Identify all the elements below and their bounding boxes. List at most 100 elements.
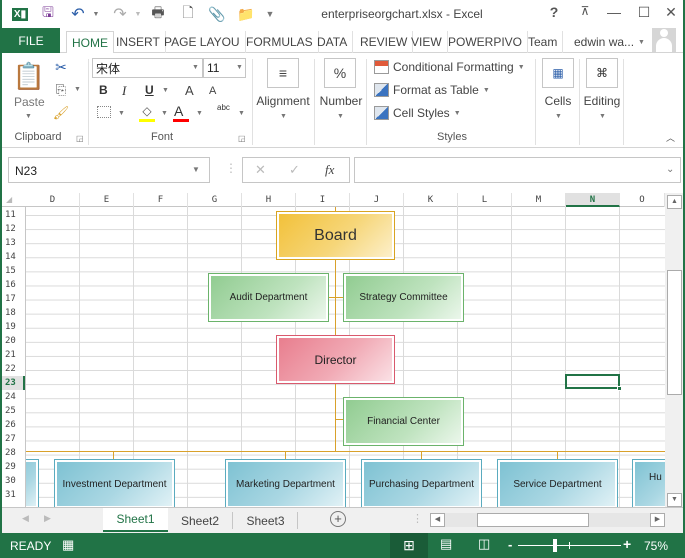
scroll-down-button[interactable]: ▼ [667, 493, 682, 507]
row-header[interactable]: 22 [2, 362, 25, 376]
normal-view-icon[interactable]: ⊞ [390, 533, 428, 558]
scroll-right-button[interactable]: ▶ [650, 513, 665, 527]
fill-color-dropdown-icon[interactable]: ▼ [161, 110, 168, 117]
excel-logo-icon[interactable]: X▮ [10, 4, 30, 24]
tab-review[interactable]: REVIEW [355, 31, 413, 53]
org-node-audit-department[interactable]: Audit Department [208, 273, 329, 322]
row-header[interactable]: 15 [2, 264, 25, 278]
tab-team[interactable]: Team [523, 31, 563, 53]
column-header-selected[interactable]: N [566, 193, 620, 207]
number-dropdown-icon[interactable]: ▼ [337, 113, 344, 120]
column-header[interactable]: F [134, 193, 188, 207]
page-layout-view-icon[interactable]: ▤ [440, 536, 452, 552]
cells-dropdown-icon[interactable]: ▼ [555, 113, 562, 120]
org-node-board[interactable]: Board [276, 211, 395, 260]
column-header[interactable]: H [242, 193, 296, 207]
attach-icon[interactable]: 📎 [207, 4, 227, 24]
zoom-in-button[interactable]: + [623, 536, 631, 552]
row-header[interactable]: 31 [2, 488, 25, 502]
borders-dropdown-icon[interactable]: ▼ [118, 110, 125, 117]
expand-formula-bar-icon[interactable]: ⌄ [666, 164, 674, 175]
row-header[interactable]: 13 [2, 236, 25, 250]
row-header[interactable]: 21 [2, 348, 25, 362]
name-box-dropdown-icon[interactable]: ▼ [192, 165, 200, 174]
user-dropdown-icon[interactable]: ▼ [638, 39, 645, 46]
column-header[interactable]: E [80, 193, 134, 207]
clipboard-launcher-icon[interactable]: ◲ [76, 134, 84, 143]
org-node-director[interactable]: Director [276, 335, 395, 384]
font-size-dropdown-icon[interactable]: ▼ [236, 64, 243, 71]
macro-record-icon[interactable]: ▦ [62, 537, 74, 553]
org-node-purchasing-department[interactable]: Purchasing Department [361, 459, 482, 507]
tab-home[interactable]: HOME [66, 31, 114, 54]
alignment-icon[interactable]: ≡ [267, 58, 299, 88]
customize-toolbar-icon[interactable]: ▼ [260, 4, 280, 24]
row-header[interactable]: 14 [2, 250, 25, 264]
sheet-tab-sheet2[interactable]: Sheet2 [168, 512, 233, 529]
copy-icon[interactable]: ⎘ [52, 81, 70, 99]
row-header[interactable]: 27 [2, 432, 25, 446]
column-header[interactable]: J [350, 193, 404, 207]
cells-icon[interactable]: ▦ [542, 58, 574, 88]
cell-grid[interactable]: Board Audit Department Strategy Committe… [26, 207, 665, 507]
column-header[interactable]: L [458, 193, 512, 207]
collapse-ribbon-icon[interactable]: ︿ [666, 131, 675, 144]
font-color-icon[interactable]: A [174, 103, 183, 119]
font-name-dropdown-icon[interactable]: ▼ [192, 64, 199, 71]
editing-button[interactable]: Editing [580, 94, 624, 108]
column-header[interactable]: I [296, 193, 350, 207]
tab-split-grip-icon[interactable]: ⋮ [412, 512, 423, 525]
tab-file[interactable]: FILE [2, 28, 60, 53]
row-header[interactable]: 26 [2, 418, 25, 432]
org-node-service-department[interactable]: Service Department [497, 459, 618, 507]
phonetic-dropdown-icon[interactable]: ▼ [238, 110, 245, 117]
ribbon-display-options-icon[interactable]: ⊼ [574, 4, 596, 24]
zoom-level[interactable]: 75% [644, 539, 668, 553]
row-header[interactable]: 20 [2, 334, 25, 348]
prev-sheet-icon[interactable]: ◀ [22, 513, 29, 524]
formula-bar-grip-icon[interactable]: ⋮ [225, 161, 237, 175]
undo-icon[interactable]: ↶ [68, 4, 88, 24]
row-header[interactable]: 12 [2, 222, 25, 236]
row-header[interactable]: 19 [2, 320, 25, 334]
fill-handle[interactable] [617, 386, 622, 391]
cells-button[interactable]: Cells [537, 94, 579, 108]
minimize-icon[interactable]: — [603, 4, 625, 24]
column-header[interactable]: O [620, 193, 665, 207]
avatar[interactable] [652, 28, 676, 52]
help-button[interactable]: ? [543, 4, 565, 24]
horizontal-scroll-thumb[interactable] [477, 513, 589, 527]
org-node-hr-partial[interactable]: Hu [632, 459, 665, 507]
row-header[interactable]: 24 [2, 390, 25, 404]
alignment-button[interactable]: Alignment [252, 94, 314, 108]
cancel-entry-icon[interactable]: ✕ [255, 162, 266, 178]
tab-page-layout[interactable]: PAGE LAYOU [159, 31, 246, 53]
row-header-selected[interactable]: 23 [2, 376, 25, 390]
close-icon[interactable]: ✕ [660, 4, 682, 24]
find-binoculars-icon[interactable]: ⌘ [586, 58, 618, 88]
format-as-table-button[interactable]: Format as Table▼ [374, 83, 490, 97]
sheet-tab-sheet3[interactable]: Sheet3 [234, 512, 298, 529]
row-header[interactable]: 28 [2, 446, 25, 460]
row-header[interactable]: 17 [2, 292, 25, 306]
column-header[interactable]: G [188, 193, 242, 207]
font-color-dropdown-icon[interactable]: ▼ [196, 110, 203, 117]
user-name[interactable]: edwin wa... [574, 35, 634, 49]
row-header[interactable]: 11 [2, 208, 25, 222]
org-node-strategy-committee[interactable]: Strategy Committee [343, 273, 464, 322]
zoom-out-button[interactable]: - [508, 537, 512, 552]
underline-dropdown-icon[interactable]: ▼ [162, 87, 169, 94]
increase-font-size-button[interactable]: A [185, 83, 194, 98]
italic-button[interactable]: I [122, 83, 126, 99]
org-node-marketing-department[interactable]: Marketing Department [225, 459, 346, 507]
decrease-font-size-button[interactable]: A [209, 85, 216, 97]
underline-button[interactable]: U [145, 83, 154, 97]
copy-dropdown-icon[interactable]: ▼ [74, 86, 81, 93]
save-icon[interactable]: 🖫 [38, 4, 58, 24]
format-painter-icon[interactable]: 🖌 [52, 104, 70, 122]
paste-button[interactable]: Paste [14, 95, 45, 109]
sheet-tab-sheet1[interactable]: Sheet1 [103, 508, 168, 532]
tab-data[interactable]: DATA [312, 31, 353, 53]
tab-view[interactable]: VIEW [406, 31, 448, 53]
row-header[interactable]: 29 [2, 460, 25, 474]
